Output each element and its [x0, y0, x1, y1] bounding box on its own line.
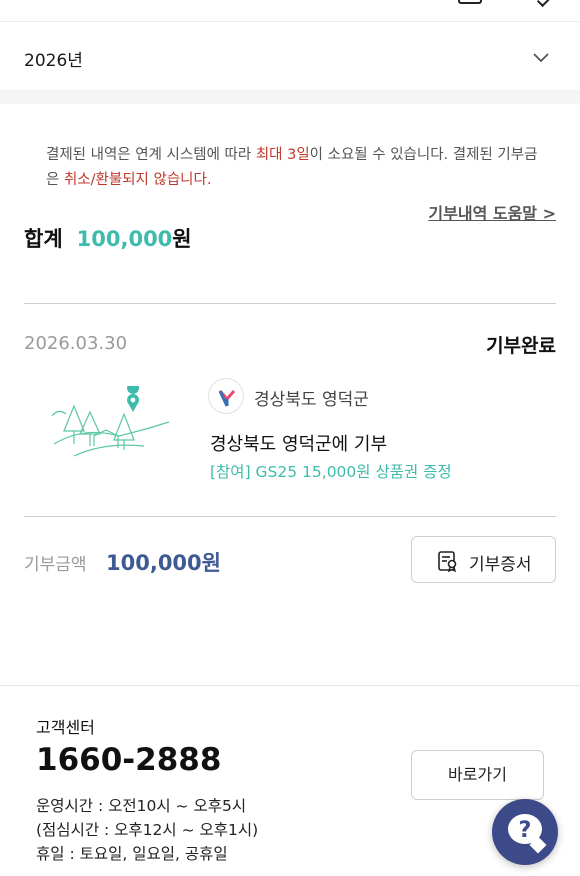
notice-text: 결제된 내역은 연계 시스템에 따라	[46, 147, 256, 163]
go-to-customer-center-button[interactable]: 바로가기	[411, 750, 544, 800]
total-summary: 합계 100,000원	[24, 223, 192, 253]
year-value: 2026년	[24, 51, 83, 71]
year-selector[interactable]: 2026년	[0, 22, 580, 90]
org-name: 경상북도 영덕군	[254, 390, 369, 410]
notice-highlight: 취소/환불되지 않습니다.	[63, 172, 212, 188]
landscape-illustration	[51, 386, 170, 457]
total-unit: 원	[172, 227, 192, 251]
donation-amount-value: 100,000원	[106, 551, 221, 575]
hours-line: (점심시간 : 오후12시 ~ 오후1시)	[36, 821, 259, 839]
total-amount: 100,000	[76, 227, 173, 251]
top-bar-icon[interactable]	[536, 0, 552, 8]
customer-center-title: 고객센터	[36, 718, 95, 737]
donation-help-link[interactable]: 기부내역 도움말 >	[428, 200, 556, 224]
footer-divider	[0, 685, 580, 686]
certificate-button[interactable]: 기부증서	[411, 536, 556, 583]
chat-help-button[interactable]: ?	[492, 799, 558, 865]
org-logo	[208, 378, 244, 414]
payment-notice: 결제된 내역은 연계 시스템에 따라 최대 3일이 소요될 수 있습니다. 결제…	[46, 143, 546, 193]
customer-center-phone[interactable]: 1660-2888	[36, 742, 221, 778]
hours-line: 운영시간 : 오전10시 ~ 오후5시	[36, 797, 247, 815]
top-bar-icon[interactable]	[458, 0, 482, 4]
chevron-down-icon	[533, 53, 549, 63]
donation-status: 기부완료	[486, 335, 556, 357]
donation-title[interactable]: 경상북도 영덕군에 기부	[210, 430, 387, 456]
notice-highlight: 최대 3일	[255, 147, 310, 163]
total-label: 합계	[24, 227, 63, 251]
divider	[24, 303, 556, 304]
reward-text: [참여] GS25 15,000원 상품권 증정	[210, 463, 452, 481]
divider	[24, 516, 556, 517]
customer-center-hours: 운영시간 : 오전10시 ~ 오후5시 (점심시간 : 오후12시 ~ 오후1시…	[36, 794, 258, 866]
certificate-icon	[438, 551, 457, 572]
section-divider	[0, 90, 580, 104]
hours-line: 휴일 : 토요일, 일요일, 공휴일	[36, 845, 228, 863]
donation-date: 2026.03.30	[24, 333, 128, 354]
location-pin-icon	[127, 386, 140, 412]
certificate-label: 기부증서	[469, 555, 532, 575]
question-mark-glyph: ?	[518, 818, 532, 843]
donation-amount-label: 기부금액	[24, 555, 87, 575]
top-bar	[0, 0, 580, 22]
